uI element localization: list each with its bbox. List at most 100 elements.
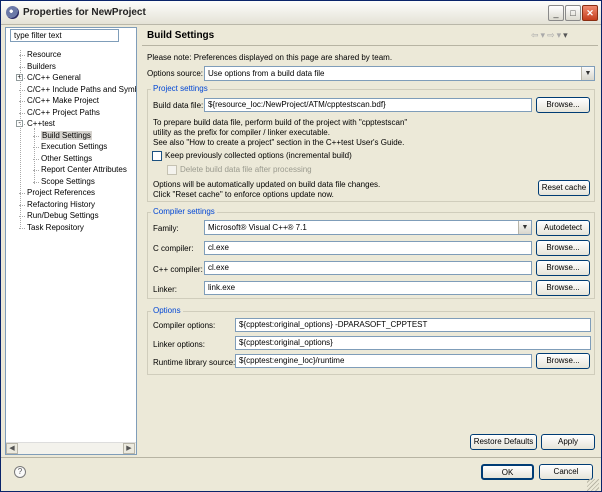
tree-item-label: C/C++ Make Project	[27, 96, 100, 105]
tree-item[interactable]: C/C++ Project Paths	[27, 107, 100, 118]
minimize-icon: _	[553, 8, 559, 18]
autodetect-button[interactable]: Autodetect	[536, 220, 590, 236]
cpp-compiler-field[interactable]: cl.exe	[204, 261, 532, 275]
cpp-compiler-label: C++ compiler:	[153, 265, 203, 274]
header-divider	[142, 45, 598, 46]
tree-item-label: Report Center Attributes	[41, 165, 127, 174]
tree-item-label: Project References	[27, 188, 96, 197]
help-icon[interactable]: ?	[14, 466, 26, 478]
maximize-icon: □	[570, 8, 576, 18]
horizontal-scrollbar[interactable]: ◀ ▶	[6, 442, 136, 454]
auto-update-line: Click "Reset cache" to enforce options u…	[153, 190, 334, 199]
linker-options-label: Linker options:	[153, 340, 206, 349]
minimize-button[interactable]: _	[548, 5, 564, 21]
c-compiler-browse-button[interactable]: Browse...	[536, 240, 590, 256]
tree-item[interactable]: Scope Settings	[41, 176, 95, 187]
options-source-label: Options source:	[147, 69, 204, 78]
build-data-browse-button[interactable]: Browse...	[536, 97, 590, 113]
tree-item-label: C++test	[27, 119, 56, 128]
tree-item-label: C/C++ Project Paths	[27, 107, 100, 117]
runtime-browse-button[interactable]: Browse...	[536, 353, 590, 369]
back-arrow-icon[interactable]: ⇦	[531, 30, 541, 40]
options-title: Options	[151, 306, 183, 316]
tree: Resource Builders C/C++ General + C/C++ Incl…	[6, 46, 136, 438]
c-compiler-label: C compiler:	[153, 244, 194, 253]
tree-item[interactable]: Refactoring History	[27, 199, 95, 210]
tree-connector	[34, 128, 35, 184]
tree-item[interactable]: Build Settings	[41, 130, 92, 141]
compiler-settings-title: Compiler settings	[151, 207, 217, 217]
tree-item-label: Refactoring History	[27, 199, 96, 209]
options-source-select[interactable]: Use options from a build data file ▼	[204, 66, 595, 81]
window-title: Properties for NewProject	[23, 7, 146, 18]
delete-file-checkbox[interactable]	[167, 165, 177, 175]
properties-dialog: Properties for NewProject _ □ ✕ type fil…	[0, 0, 602, 492]
eclipse-icon	[6, 6, 19, 19]
tree-item-label: Other Settings	[41, 153, 93, 163]
runtime-source-field[interactable]: ${cpptest:engine_loc}/runtime	[235, 354, 532, 368]
close-icon: ✕	[586, 8, 594, 18]
compiler-options-field[interactable]: ${cpptest:original_options} -DPARASOFT_C…	[235, 318, 591, 332]
tree-item[interactable]: Builders	[27, 61, 56, 72]
ok-button[interactable]: OK	[481, 464, 534, 480]
shared-note: Please note: Preferences displayed on th…	[147, 53, 393, 62]
title-bar[interactable]: Properties for NewProject _ □ ✕	[1, 1, 601, 25]
chevron-down-icon: ▼	[518, 221, 531, 234]
view-menu-icon[interactable]: ▾	[563, 30, 570, 40]
apply-button[interactable]: Apply	[541, 434, 595, 450]
tree-item-label: Resource	[27, 50, 62, 59]
cpp-compiler-browse-button[interactable]: Browse...	[536, 260, 590, 276]
tree-item[interactable]: Run/Debug Settings	[27, 210, 99, 221]
cancel-button[interactable]: Cancel	[539, 464, 593, 480]
scroll-right-icon[interactable]: ▶	[123, 443, 135, 454]
close-button[interactable]: ✕	[582, 5, 598, 21]
resize-grip-icon[interactable]	[587, 479, 599, 491]
maximize-button[interactable]: □	[565, 5, 581, 21]
tree-item[interactable]: C/C++ Make Project	[27, 95, 99, 106]
linker-options-field[interactable]: ${cpptest:original_options}	[235, 336, 591, 350]
compiler-options-label: Compiler options:	[153, 321, 216, 330]
tree-connector	[20, 50, 21, 229]
tree-item[interactable]: Other Settings	[41, 153, 92, 164]
tree-item[interactable]: Task Repository	[27, 222, 84, 233]
filter-input[interactable]: type filter text	[10, 29, 119, 42]
tree-item-label: Execution Settings	[41, 142, 108, 151]
restore-defaults-button[interactable]: Restore Defaults	[470, 434, 537, 450]
tree-item[interactable]: C/C++ Include Paths and Symb	[27, 84, 136, 95]
linker-browse-button[interactable]: Browse...	[536, 280, 590, 296]
tree-item[interactable]: C++test	[27, 118, 55, 129]
tree-item-label: Builders	[27, 61, 56, 71]
tree-item-label: Build Settings	[41, 130, 92, 140]
footer-divider	[1, 457, 601, 458]
tree-item[interactable]: Project References	[27, 187, 95, 198]
tree-item-label: C/C++ General	[27, 73, 81, 82]
family-select[interactable]: Microsoft® Visual C++® 7.1 ▼	[204, 220, 532, 235]
chevron-down-icon: ▼	[581, 67, 594, 80]
project-settings-title: Project settings	[151, 84, 210, 94]
c-compiler-field[interactable]: cl.exe	[204, 241, 532, 255]
page-title: Build Settings	[147, 30, 215, 41]
history-nav[interactable]: ⇦▾⇨▾▾	[531, 30, 570, 41]
info-line: To prepare build data file, perform buil…	[153, 118, 408, 127]
delete-file-label[interactable]: Delete build data file after processing	[180, 165, 312, 175]
build-data-file-field[interactable]: ${resource_loc:/NewProject/ATM/cpptestsc…	[204, 98, 532, 112]
family-label: Family:	[153, 224, 179, 233]
build-data-file-label: Build data file:	[153, 101, 204, 110]
linker-field[interactable]: link.exe	[204, 281, 532, 295]
tree-item[interactable]: Resource	[27, 49, 61, 60]
tree-item[interactable]: Execution Settings	[41, 141, 107, 152]
scroll-left-icon[interactable]: ◀	[6, 443, 18, 454]
tree-item[interactable]: Report Center Attributes	[41, 164, 127, 175]
linker-label: Linker:	[153, 285, 178, 294]
keep-options-checkbox[interactable]	[152, 151, 162, 161]
auto-update-line: Options will be automatically updated on…	[153, 180, 381, 189]
tree-item[interactable]: C/C++ General	[27, 72, 81, 83]
properties-nav-tree: type filter text Resource Builders C/C++ G…	[5, 27, 137, 455]
info-line: See also "How to create a project" secti…	[153, 138, 405, 147]
reset-cache-button[interactable]: Reset cache	[538, 180, 590, 196]
keep-options-label[interactable]: Keep previously collected options (incre…	[165, 151, 352, 161]
forward-arrow-icon[interactable]: ⇨	[547, 30, 557, 40]
info-line: utility as the prefix for compiler / lin…	[153, 128, 330, 137]
tree-item-label: Task Repository	[27, 222, 84, 232]
tree-item-label: C/C++ Include Paths and Symb	[27, 84, 136, 94]
